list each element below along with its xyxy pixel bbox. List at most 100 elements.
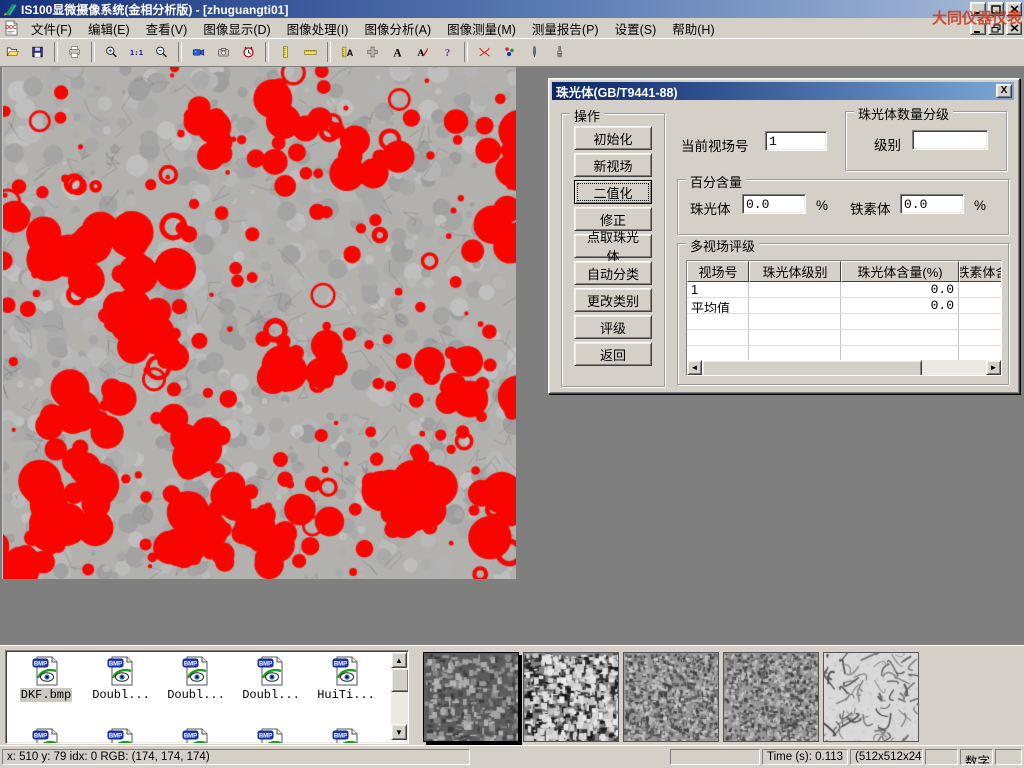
menu-item-10[interactable]: 帮助(H) — [664, 17, 722, 40]
current-field-input[interactable] — [765, 131, 827, 151]
operation-group-label: 操作 — [570, 106, 604, 125]
svg-text:A: A — [347, 48, 354, 58]
op-button-自动分类[interactable]: 自动分类 — [574, 261, 652, 285]
file-label[interactable]: DKF.bmp — [20, 688, 72, 702]
scroll-right-button[interactable]: ► — [986, 360, 1001, 375]
table-row[interactable] — [687, 314, 1001, 330]
file-item-Doubl...[interactable]: BMPDoubl... — [235, 655, 307, 702]
zoom-out-icon[interactable] — [149, 40, 174, 64]
table-col-header[interactable]: 珠光体级别 — [749, 261, 841, 282]
thumbnail-2[interactable] — [523, 652, 619, 742]
save-icon[interactable] — [25, 40, 50, 64]
table-cell — [959, 298, 1002, 313]
annotate-icon[interactable]: A — [410, 40, 435, 64]
bmp-file-icon: BMP — [30, 655, 62, 687]
file-label[interactable]: HuiTi... — [316, 688, 376, 702]
hscroll-track[interactable] — [922, 360, 986, 375]
menu-item-2[interactable]: 编辑(E) — [80, 17, 138, 40]
bmp-file-icon: BMP — [330, 655, 362, 687]
svg-text:BMP: BMP — [109, 733, 122, 739]
color-points-icon[interactable] — [497, 40, 522, 64]
window-title: IS100显微摄像系统(金相分析版) - [zhuguangti01] — [21, 1, 288, 18]
file-vscroll-thumb[interactable] — [391, 668, 409, 692]
op-button-更改类别[interactable]: 更改类别 — [574, 288, 652, 312]
file-item-row2[interactable]: BMP — [160, 727, 232, 744]
caliper-icon[interactable] — [273, 40, 298, 64]
menu-item-1[interactable]: 文件(F) — [23, 17, 80, 40]
file-item-Doubl...[interactable]: BMP Doubl... — [85, 655, 157, 702]
file-item-row2[interactable]: BMP — [85, 727, 157, 744]
status-image-size: (512x512x24) — [850, 749, 923, 765]
op-button-点取珠光体[interactable]: 点取珠光体 — [574, 234, 652, 258]
file-item-DKF.bmp[interactable]: BMPDKF.bmp — [10, 655, 82, 702]
table-col-header[interactable]: 珠光体含量(%) — [841, 261, 959, 282]
op-button-新视场[interactable]: 新视场 — [574, 153, 652, 177]
menu-item-4[interactable]: 图像显示(D) — [195, 17, 278, 40]
clock-icon[interactable] — [236, 40, 261, 64]
file-item-row2[interactable]: BMP — [235, 727, 307, 744]
thumbnail-5[interactable] — [823, 652, 919, 742]
file-item-row2[interactable]: BMP — [10, 727, 82, 744]
op-button-初始化[interactable]: 初始化 — [574, 126, 652, 150]
camera-icon[interactable] — [211, 40, 236, 64]
table-cell — [959, 346, 1002, 361]
video-camera-icon[interactable] — [186, 40, 211, 64]
help-icon[interactable]: ? — [435, 40, 460, 64]
metallographic-image[interactable] — [2, 67, 516, 579]
ferrite-label: 铁素体 — [850, 198, 891, 218]
ferrite-input[interactable] — [900, 194, 964, 214]
file-item-HuiTi...[interactable]: BMPHuiTi... — [310, 655, 382, 702]
thumbnail-4[interactable] — [723, 652, 819, 742]
table-row[interactable]: 平均值0.0 — [687, 298, 1001, 314]
file-browser: BMPDKF.bmpBMPDoubl...BMPDoubl...BMPDoubl… — [5, 650, 409, 744]
brush-icon[interactable] — [547, 40, 572, 64]
zoom-in-icon[interactable] — [99, 40, 124, 64]
title-bar: IS100显微摄像系统(金相分析版) - [zhuguangti01] — [0, 0, 1024, 18]
file-item-row2[interactable]: BMP — [310, 727, 382, 744]
op-button-返回[interactable]: 返回 — [574, 342, 652, 366]
operation-group: 操作 初始化新视场二值化修正点取珠光体自动分类更改类别评级返回 — [561, 113, 665, 387]
text-icon[interactable]: A — [385, 40, 410, 64]
pearlite-input[interactable] — [742, 194, 806, 214]
dialog-title-bar[interactable]: 珠光体(GB/T9441-88) X — [552, 82, 1014, 100]
table-row[interactable] — [687, 330, 1001, 346]
menu-item-7[interactable]: 图像测量(M) — [439, 17, 524, 40]
curve-tool-icon[interactable] — [472, 40, 497, 64]
file-label[interactable]: Doubl... — [166, 688, 226, 702]
pattern-stamp-icon[interactable] — [360, 40, 385, 64]
svg-text:BMP: BMP — [109, 661, 122, 667]
file-label[interactable]: Doubl... — [241, 688, 301, 702]
thumbnail-3[interactable] — [623, 652, 719, 742]
table-col-header[interactable]: 视场号 — [687, 261, 749, 282]
print-icon[interactable] — [62, 40, 87, 64]
measure-text-icon[interactable]: A — [335, 40, 360, 64]
status-empty-3 — [995, 749, 1022, 765]
file-vscrollbar[interactable]: ▲ ▼ — [391, 652, 407, 740]
table-row[interactable]: 10.0 — [687, 282, 1001, 298]
svg-text:BMP: BMP — [184, 661, 197, 667]
one-to-one-icon[interactable]: 1:1 — [124, 40, 149, 64]
file-item-Doubl...[interactable]: BMP Doubl... — [160, 655, 232, 702]
grade-input[interactable] — [912, 130, 988, 150]
table-col-header[interactable]: 铁素体含量(%) — [959, 261, 1002, 282]
menu-item-9[interactable]: 设置(S) — [607, 17, 665, 40]
ruler-icon[interactable] — [298, 40, 323, 64]
menu-item-3[interactable]: 查看(V) — [138, 17, 196, 40]
scroll-left-button[interactable]: ◄ — [687, 360, 702, 375]
menu-item-8[interactable]: 测量报告(P) — [524, 17, 607, 40]
file-label[interactable]: Doubl... — [91, 688, 151, 702]
menu-item-6[interactable]: 图像分析(A) — [356, 17, 439, 40]
menu-item-5[interactable]: 图像处理(I) — [279, 17, 357, 40]
pen-icon[interactable] — [522, 40, 547, 64]
op-button-二值化[interactable]: 二值化 — [574, 180, 652, 204]
file-scroll-down-button[interactable]: ▼ — [391, 724, 407, 740]
open-icon[interactable] — [0, 40, 25, 64]
table-hscrollbar[interactable]: ◄ ► — [687, 360, 1001, 375]
table-cell — [841, 330, 959, 345]
dialog-close-button[interactable]: X — [996, 84, 1012, 98]
file-scroll-up-button[interactable]: ▲ — [391, 652, 407, 668]
workspace: 珠光体(GB/T9441-88) X 操作 初始化新视场二值化修正点取珠光体自动… — [0, 66, 1024, 645]
thumbnail-1[interactable] — [423, 652, 519, 742]
op-button-评级[interactable]: 评级 — [574, 315, 652, 339]
hscroll-thumb[interactable] — [702, 360, 922, 376]
